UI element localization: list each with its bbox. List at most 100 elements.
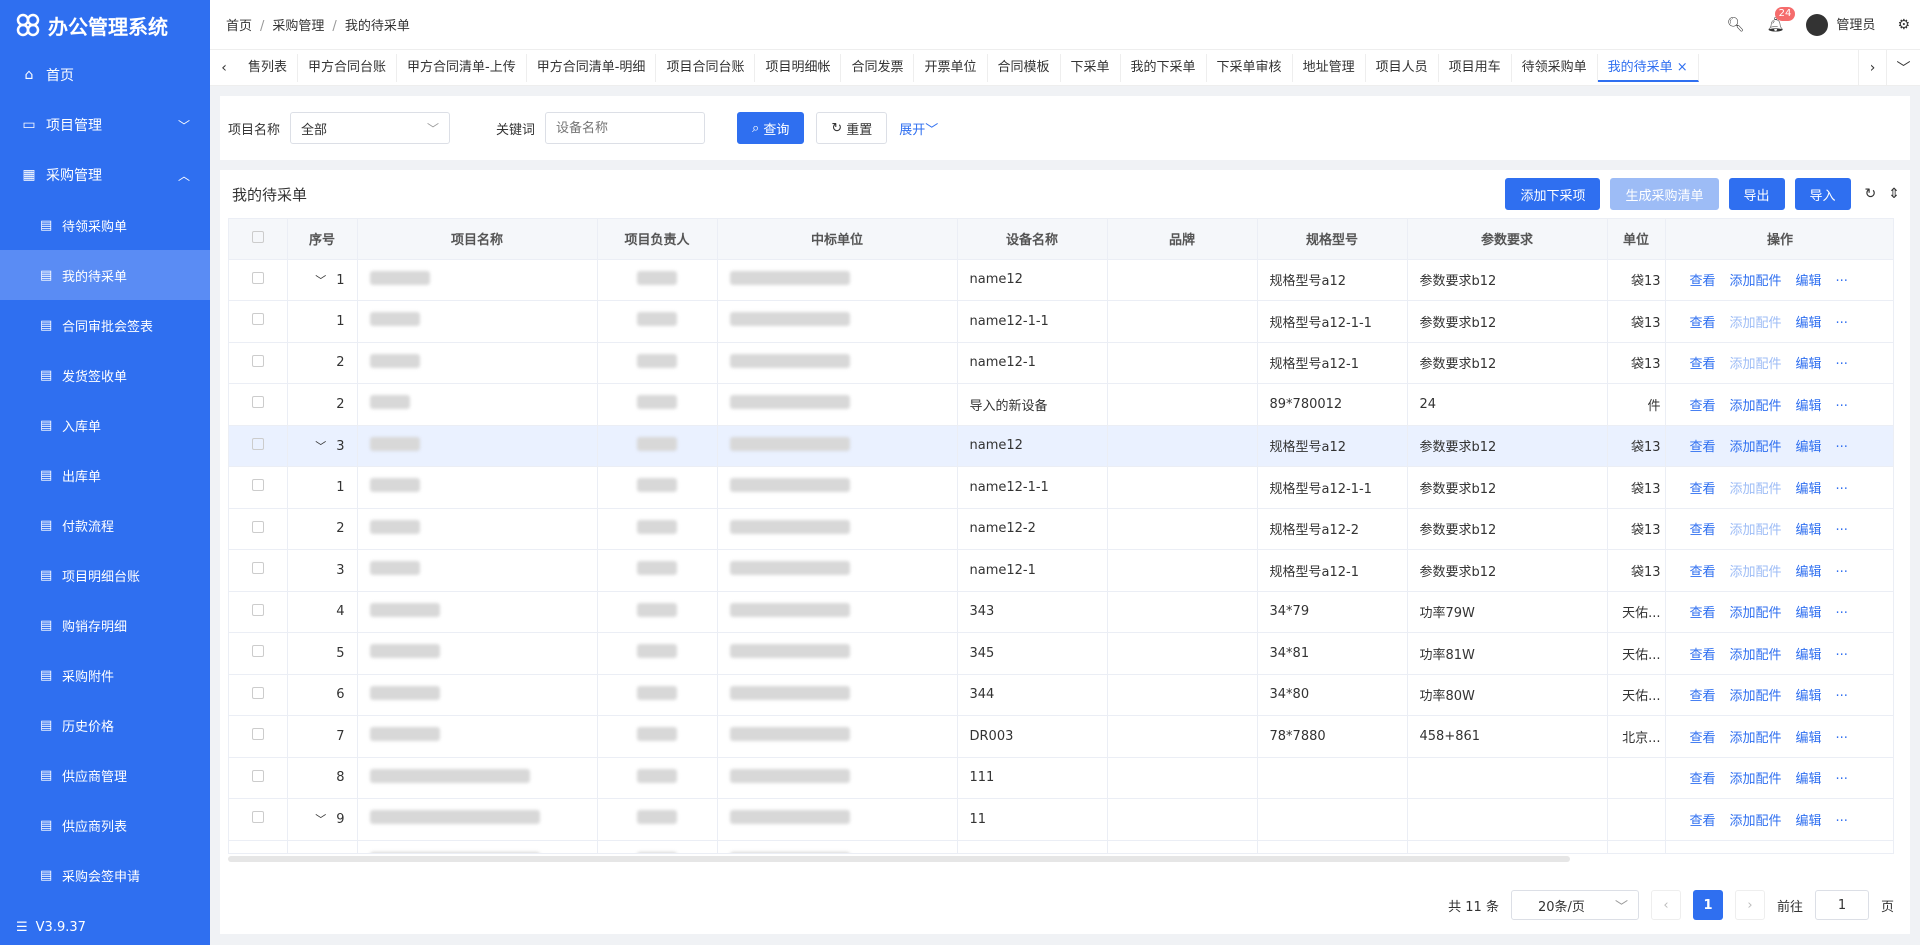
nav-purchase-mgmt[interactable]: ▦ 采购管理 ︿	[0, 150, 210, 200]
table-row[interactable]: ﹀ 1 name12 规格型号a12 参数要求b12 袋13 查看 添加配件 编辑 ···	[229, 259, 1893, 301]
more-icon[interactable]: ···	[1836, 274, 1848, 289]
sidebar-item-11[interactable]: ▤ 供应商管理	[0, 750, 210, 800]
edit-link[interactable]: 编辑	[1796, 606, 1822, 621]
current-page[interactable]: 1	[1692, 890, 1723, 920]
sidebar-item-10[interactable]: ▤ 历史价格	[0, 700, 210, 750]
more-icon[interactable]: ···	[1836, 523, 1848, 538]
table-row[interactable]: 111查看添加配件编辑···	[229, 840, 1893, 853]
edit-link[interactable]: 编辑	[1796, 565, 1822, 580]
view-link[interactable]: 查看	[1690, 316, 1716, 331]
row-checkbox[interactable]	[229, 383, 288, 426]
sidebar-item-12[interactable]: ▤ 供应商列表	[0, 800, 210, 850]
more-icon[interactable]: ···	[1836, 440, 1848, 455]
select-all-checkbox[interactable]	[229, 219, 288, 260]
edit-link[interactable]: 编辑	[1796, 814, 1822, 829]
tab-16[interactable]: 我的待采单 ×	[1597, 53, 1699, 82]
table-row[interactable]: 5 345 34*81 功率81W 天佑... 查看 添加配件 编辑 ···	[229, 632, 1893, 675]
view-link[interactable]: 查看	[1690, 357, 1716, 372]
edit-link[interactable]: 编辑	[1796, 482, 1822, 497]
view-link[interactable]: 查看	[1690, 274, 1716, 289]
tabs-scroll-left-icon[interactable]: ‹	[210, 50, 238, 86]
project-name-select[interactable]: 全部 ﹀	[290, 112, 451, 144]
refresh-icon[interactable]: ↻	[1865, 186, 1877, 202]
more-icon[interactable]: ···	[1836, 357, 1848, 372]
row-checkbox[interactable]	[229, 425, 288, 467]
table-row[interactable]: 3 name12-1 规格型号a12-1 参数要求b12 袋13 查看 添加配件 编辑 ···	[229, 549, 1893, 592]
more-icon[interactable]: ···	[1836, 482, 1848, 497]
sidebar-item-5[interactable]: ▤ 出库单	[0, 450, 210, 500]
view-link[interactable]: 查看	[1690, 814, 1716, 829]
view-link[interactable]: 查看	[1690, 772, 1716, 787]
tab-4[interactable]: 项目合同台账	[656, 53, 756, 82]
tab-3[interactable]: 甲方合同清单-明细	[527, 53, 657, 82]
add-part-link[interactable]: 添加配件	[1730, 482, 1782, 497]
view-link[interactable]: 查看	[1690, 606, 1716, 621]
sidebar-item-3[interactable]: ▤ 发货签收单	[0, 350, 210, 400]
add-part-link[interactable]: 添加配件	[1730, 399, 1782, 414]
edit-link[interactable]: 编辑	[1796, 357, 1822, 372]
sidebar-item-9[interactable]: ▤ 采购附件	[0, 650, 210, 700]
view-link[interactable]: 查看	[1690, 565, 1716, 580]
keyword-input[interactable]	[545, 112, 706, 144]
more-icon[interactable]: ···	[1836, 565, 1848, 580]
tab-7[interactable]: 开票单位	[914, 53, 988, 82]
table-row[interactable]: ﹀ 3 name12 规格型号a12 参数要求b12 袋13 查看 添加配件 编辑 ···	[229, 425, 1893, 467]
more-icon[interactable]: ···	[1836, 772, 1848, 787]
more-icon[interactable]: ···	[1836, 399, 1848, 414]
table-row[interactable]: 2 name12-2 规格型号a12-2 参数要求b12 袋13 查看 添加配件 编辑 ···	[229, 508, 1893, 550]
user-menu[interactable]: 管理员	[1806, 14, 1875, 37]
expand-row-icon[interactable]: ﹀	[315, 274, 326, 287]
more-icon[interactable]: ···	[1836, 689, 1848, 704]
export-button[interactable]: 导出	[1728, 178, 1785, 210]
edit-link[interactable]: 编辑	[1796, 689, 1822, 704]
add-part-link[interactable]: 添加配件	[1730, 274, 1782, 289]
next-page-button[interactable]: ›	[1734, 890, 1765, 920]
prev-page-button[interactable]: ‹	[1650, 890, 1681, 920]
menu-collapse-icon[interactable]: ☰	[16, 920, 28, 935]
edit-link[interactable]: 编辑	[1796, 648, 1822, 663]
view-link[interactable]: 查看	[1690, 648, 1716, 663]
sidebar-item-2[interactable]: ▤ 合同审批会签表	[0, 300, 210, 350]
generate-list-button[interactable]: 生成采购清单	[1610, 178, 1719, 210]
table-row[interactable]: 6 344 34*80 功率80W 天佑... 查看 添加配件 编辑 ···	[229, 674, 1893, 716]
tab-12[interactable]: 地址管理	[1293, 53, 1366, 82]
more-icon[interactable]: ···	[1836, 316, 1848, 331]
table-row[interactable]: 2 导入的新设备 89*780012 24 件 查看 添加配件 编辑 ···	[229, 383, 1893, 426]
add-part-link[interactable]: 添加配件	[1730, 731, 1782, 746]
tabs-menu-chevron-icon[interactable]: ﹀	[1886, 49, 1920, 86]
sidebar-item-13[interactable]: ▤ 采购会签申请	[0, 850, 210, 900]
row-checkbox[interactable]	[229, 591, 288, 633]
edit-link[interactable]: 编辑	[1796, 731, 1822, 746]
table-row[interactable]: 4 343 34*79 功率79W 天佑... 查看 添加配件 编辑 ···	[229, 591, 1893, 633]
more-icon[interactable]: ···	[1836, 814, 1848, 829]
view-link[interactable]: 查看	[1690, 440, 1716, 455]
breadcrumb-home[interactable]: 首页	[226, 19, 252, 34]
add-part-link[interactable]: 添加配件	[1730, 606, 1782, 621]
tab-8[interactable]: 合同模板	[988, 53, 1061, 82]
tab-15[interactable]: 待领采购单	[1512, 53, 1598, 82]
row-checkbox[interactable]	[229, 259, 288, 301]
reset-button[interactable]: ↻ 重置	[816, 112, 888, 144]
view-link[interactable]: 查看	[1690, 482, 1716, 497]
edit-link[interactable]: 编辑	[1796, 316, 1822, 331]
view-link[interactable]: 查看	[1690, 523, 1716, 538]
tab-2[interactable]: 甲方合同清单-上传	[397, 53, 527, 82]
add-part-link[interactable]: 添加配件	[1730, 316, 1782, 331]
tab-14[interactable]: 项目用车	[1439, 53, 1512, 82]
more-icon[interactable]: ···	[1836, 648, 1848, 663]
tab-9[interactable]: 下采单	[1061, 53, 1121, 82]
add-part-link[interactable]: 添加配件	[1730, 440, 1782, 455]
table-row[interactable]: 1 name12-1-1 规格型号a12-1-1 参数要求b12 袋13 查看 添加配件 编辑…	[229, 300, 1893, 343]
import-button[interactable]: 导入	[1794, 178, 1851, 210]
add-part-link[interactable]: 添加配件	[1730, 689, 1782, 704]
sidebar-item-1[interactable]: ▤ 我的待采单	[0, 250, 210, 300]
edit-link[interactable]: 编辑	[1796, 440, 1822, 455]
search-icon[interactable]: 🔍︎	[1727, 17, 1745, 33]
view-link[interactable]: 查看	[1690, 689, 1716, 704]
edit-link[interactable]: 编辑	[1796, 772, 1822, 787]
row-checkbox[interactable]	[229, 632, 288, 675]
app-logo[interactable]: 办公管理系统	[0, 0, 210, 50]
horizontal-scrollbar[interactable]	[228, 856, 1570, 862]
search-button[interactable]: ⌕ 查询	[737, 112, 805, 144]
sidebar-item-0[interactable]: ▤ 待领采购单	[0, 200, 210, 250]
